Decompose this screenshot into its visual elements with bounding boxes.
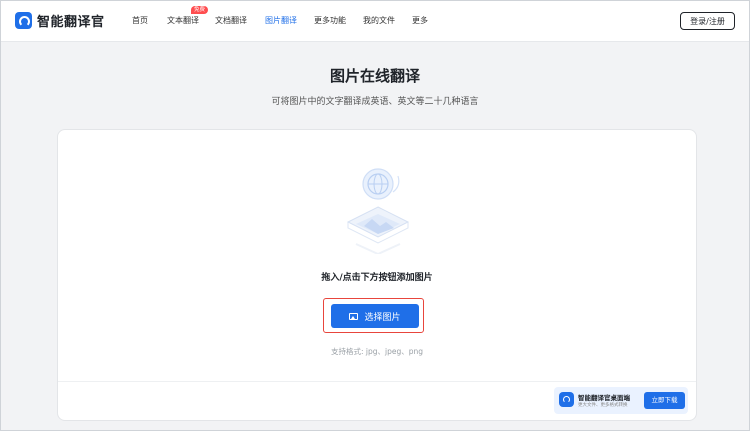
login-register-button[interactable]: 登录/注册 [680,12,735,30]
free-badge: 免费 [191,6,209,14]
nav-my-files[interactable]: 我的文件 [363,15,395,26]
nav-home[interactable]: 首页 [132,15,148,26]
logo[interactable]: 智能翻译官 [15,11,105,30]
page-title: 图片在线翻译 [329,67,420,85]
select-image-button[interactable]: 选择图片 [331,304,419,328]
nav-more[interactable]: 更多 [412,15,428,26]
promo-logo-icon [559,392,574,407]
card-divider [58,381,696,382]
supported-formats: 支持格式: jpg、jpeg、png [330,347,423,356]
download-now-button[interactable]: 立即下载 [644,392,685,409]
image-icon [349,312,359,320]
nav-more-features[interactable]: 更多功能 [314,15,346,26]
logo-text: 智能翻译官 [37,15,105,30]
promo-subtitle: 更大文件、更多格式转换 [578,403,628,408]
nav-image-translate[interactable]: 图片翻译 [265,15,297,26]
nav-text-translate[interactable]: 文本翻译 [167,15,199,26]
top-header: 智能翻译官 首页 文本翻译 文档翻译 图片翻译 更多功能 我的文件 更多 免费 … [1,1,749,42]
upload-illustration-icon [346,168,410,254]
desktop-promo: 智能翻译官桌面端 更大文件、更多格式转换 立即下载 [554,387,688,414]
upload-card[interactable]: 拖入/点击下方按钮添加图片 选择图片 支持格式: jpg、jpeg、png [57,129,697,421]
nav-doc-translate[interactable]: 文档翻译 [215,15,247,26]
drop-instruction: 拖入/点击下方按钮添加图片 [321,273,433,283]
promo-title: 智能翻译官桌面端 [578,394,630,402]
app-window: 智能翻译官 首页 文本翻译 文档翻译 图片翻译 更多功能 我的文件 更多 免费 … [0,0,750,431]
select-image-label: 选择图片 [364,312,401,323]
logo-icon [15,12,32,29]
page-subtitle: 可将图片中的文字翻译成英语、英文等二十几种语言 [271,97,479,107]
